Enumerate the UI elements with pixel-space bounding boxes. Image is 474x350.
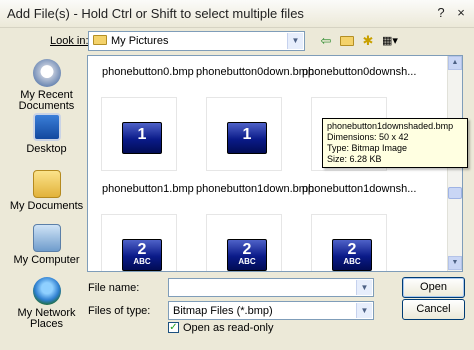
place-my-computer[interactable]: My Computer: [7, 224, 86, 266]
file-name-field-label: File name:: [88, 282, 140, 294]
look-in-combo[interactable]: My Pictures ▼: [88, 31, 305, 51]
place-my-documents[interactable]: My Documents: [7, 170, 86, 212]
file-name-label[interactable]: phonebutton0down.bmp: [196, 66, 314, 78]
dialog-title: Add File(s) - Hold Ctrl or Shift to sele…: [7, 6, 304, 21]
file-preview-image: 2 ABC: [122, 239, 162, 271]
place-my-recent-documents[interactable]: My Recent Documents: [7, 59, 86, 112]
file-preview-image: 2 ABC: [332, 239, 372, 271]
files-of-type-select[interactable]: Bitmap Files (*.bmp) ▼: [168, 301, 374, 320]
look-in-label: Look in:: [50, 35, 89, 47]
file-info-tooltip: phonebutton1downshaded.bmp Dimensions: 5…: [322, 118, 468, 168]
new-folder-icon[interactable]: ✱: [358, 32, 378, 50]
up-folder-button[interactable]: [337, 32, 357, 50]
files-of-type-value: Bitmap Files (*.bmp): [173, 305, 273, 317]
close-button[interactable]: ×: [453, 5, 469, 21]
file-preview-image: 1: [122, 122, 162, 154]
file-thumbnail[interactable]: 2 ABC: [311, 214, 387, 271]
places-bar: My Recent Documents Desktop My Documents …: [7, 55, 86, 345]
scrollbar-thumb[interactable]: [448, 187, 462, 199]
back-icon[interactable]: ⇦: [316, 32, 336, 50]
open-button[interactable]: Open: [402, 277, 465, 298]
file-thumbnail[interactable]: 1: [206, 97, 282, 171]
help-button[interactable]: ?: [433, 5, 449, 21]
files-of-type-dropdown-icon[interactable]: ▼: [356, 303, 372, 318]
my-computer-icon: [32, 224, 61, 252]
my-documents-icon: [32, 170, 61, 198]
scroll-up-icon[interactable]: ▲: [448, 56, 462, 70]
chevron-down-icon[interactable]: ▼: [287, 33, 303, 49]
file-name-label[interactable]: phonebutton1down.bmp: [196, 183, 314, 195]
file-name-label[interactable]: phonebutton0.bmp: [102, 66, 194, 78]
file-preview-image: 1: [227, 122, 267, 154]
place-desktop[interactable]: Desktop: [7, 113, 86, 155]
file-name-label[interactable]: phonebutton0downsh...: [302, 66, 416, 78]
file-thumbnail[interactable]: 2 ABC: [206, 214, 282, 271]
place-my-network-places[interactable]: My Network Places: [7, 277, 86, 330]
file-name-label[interactable]: phonebutton1downsh...: [302, 183, 416, 195]
open-readonly-label[interactable]: Open as read-only: [183, 322, 274, 334]
scroll-down-icon[interactable]: ▼: [448, 256, 462, 270]
file-thumbnail[interactable]: 2 ABC: [101, 214, 177, 271]
desktop-icon: [32, 113, 61, 141]
views-menu-icon[interactable]: ▦▾: [379, 32, 401, 50]
files-of-type-label: Files of type:: [88, 305, 151, 317]
file-thumbnail[interactable]: 1: [101, 97, 177, 171]
open-readonly-checkbox[interactable]: ✓: [168, 322, 179, 333]
file-preview-image: 2 ABC: [227, 239, 267, 271]
file-name-label[interactable]: phonebutton1.bmp: [102, 183, 194, 195]
recent-documents-icon: [32, 59, 61, 87]
cancel-button[interactable]: Cancel: [402, 299, 465, 320]
up-folder-icon: [340, 36, 354, 46]
file-name-input[interactable]: ▼: [168, 278, 374, 297]
look-in-value: My Pictures: [111, 35, 169, 47]
folder-icon: [93, 35, 107, 45]
title-bar: Add File(s) - Hold Ctrl or Shift to sele…: [0, 0, 474, 28]
file-name-dropdown-icon[interactable]: ▼: [356, 280, 372, 295]
network-places-icon: [32, 277, 61, 305]
